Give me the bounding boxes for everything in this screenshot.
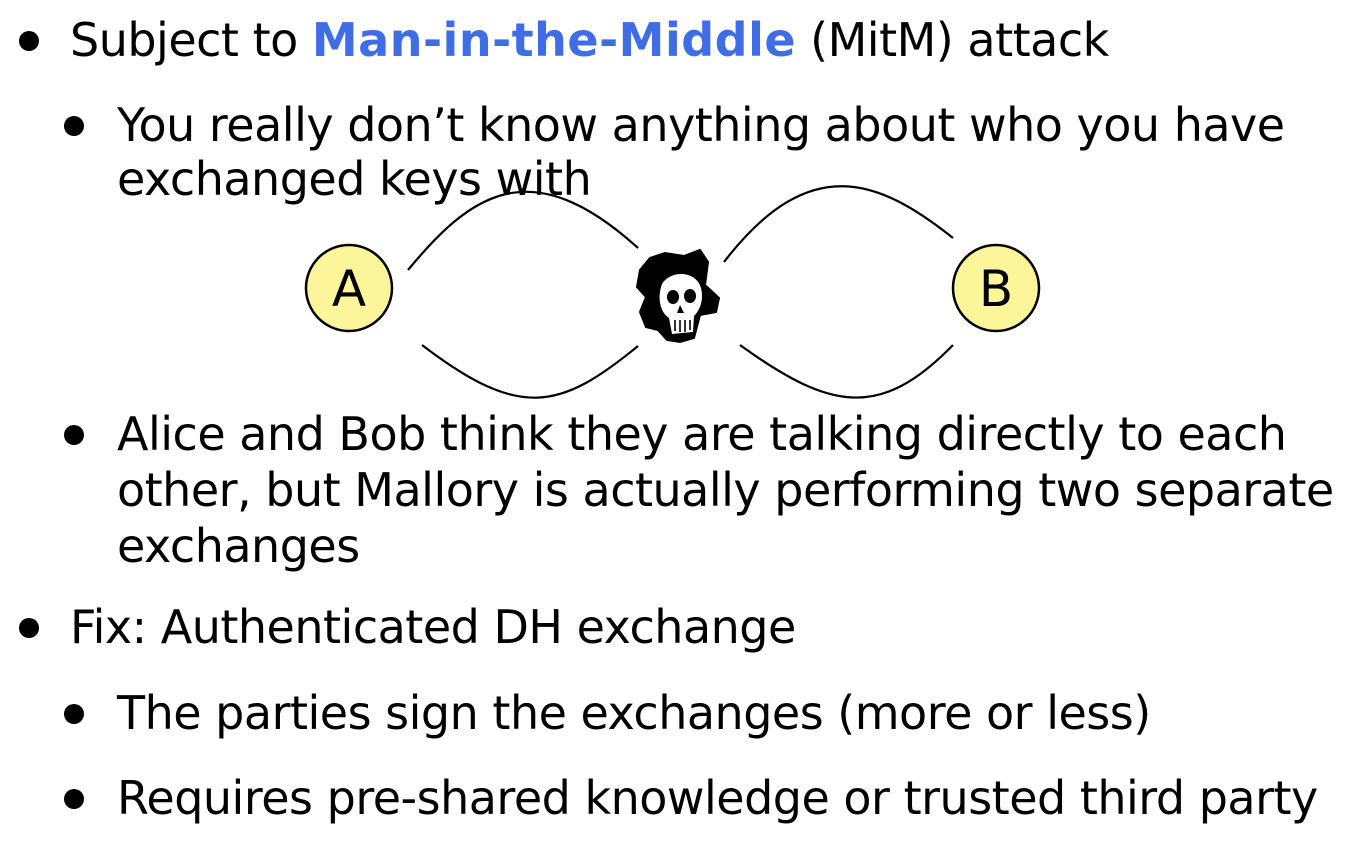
skull-nose	[677, 305, 684, 313]
sub-bullet-unknown-peer: You really don’t know anything about who…	[64, 97, 1285, 207]
node-a-circle	[304, 243, 394, 333]
sub-bullet-alice-bob-line2: other, but Mallory is actually performin…	[117, 463, 1334, 517]
bullet-fix-text: Fix: Authenticated DH exchange	[70, 600, 796, 654]
bullet-dot	[64, 789, 84, 809]
slide: Subject to Man-in-the-Middle (MitM) atta…	[0, 0, 1348, 862]
bullet-mitm-suffix: (MitM) attack	[796, 13, 1109, 67]
bullet-dot	[19, 618, 39, 638]
bullet-mitm: Subject to Man-in-the-Middle (MitM) atta…	[19, 12, 1109, 68]
bullet-dot	[64, 704, 84, 724]
node-b-label: B	[979, 260, 1013, 318]
sub-bullet-requires-text: Requires pre-shared knowledge or trusted…	[117, 771, 1318, 825]
sub-bullet-unknown-peer-line1: You really don’t know anything about who…	[117, 98, 1285, 152]
skull-face	[659, 273, 703, 334]
sub-bullet-requires: Requires pre-shared knowledge or trusted…	[64, 770, 1318, 826]
link-a-mallory-bottom	[421, 344, 639, 399]
sub-bullet-alice-bob: Alice and Bob think they are talking dir…	[64, 406, 1334, 574]
node-a: A	[304, 243, 394, 333]
node-a-label: A	[332, 260, 366, 318]
sub-bullet-unknown-peer-line2: exchanged keys with	[117, 152, 592, 206]
sub-bullet-alice-bob-line1: Alice and Bob think they are talking dir…	[117, 407, 1287, 461]
bullet-dot	[19, 31, 39, 51]
link-mallory-b-bottom	[739, 344, 954, 399]
mitm-highlight: Man-in-the-Middle	[311, 13, 797, 67]
skull-hood	[635, 248, 721, 344]
bullet-dot	[64, 425, 84, 445]
skull-icon	[635, 248, 721, 344]
skull-eye-left	[667, 290, 679, 304]
node-b: B	[951, 243, 1041, 333]
sub-bullet-sign: The parties sign the exchanges (more or …	[64, 685, 1151, 741]
skull-eye-right	[684, 289, 696, 303]
sub-bullet-alice-bob-line3: exchanges	[117, 519, 360, 573]
bullet-mitm-prefix: Subject to	[70, 13, 312, 67]
bullet-dot	[64, 116, 84, 136]
skull-teeth	[674, 320, 691, 332]
bullet-fix: Fix: Authenticated DH exchange	[19, 599, 796, 655]
node-b-circle	[951, 243, 1041, 333]
sub-bullet-sign-text: The parties sign the exchanges (more or …	[117, 686, 1151, 740]
